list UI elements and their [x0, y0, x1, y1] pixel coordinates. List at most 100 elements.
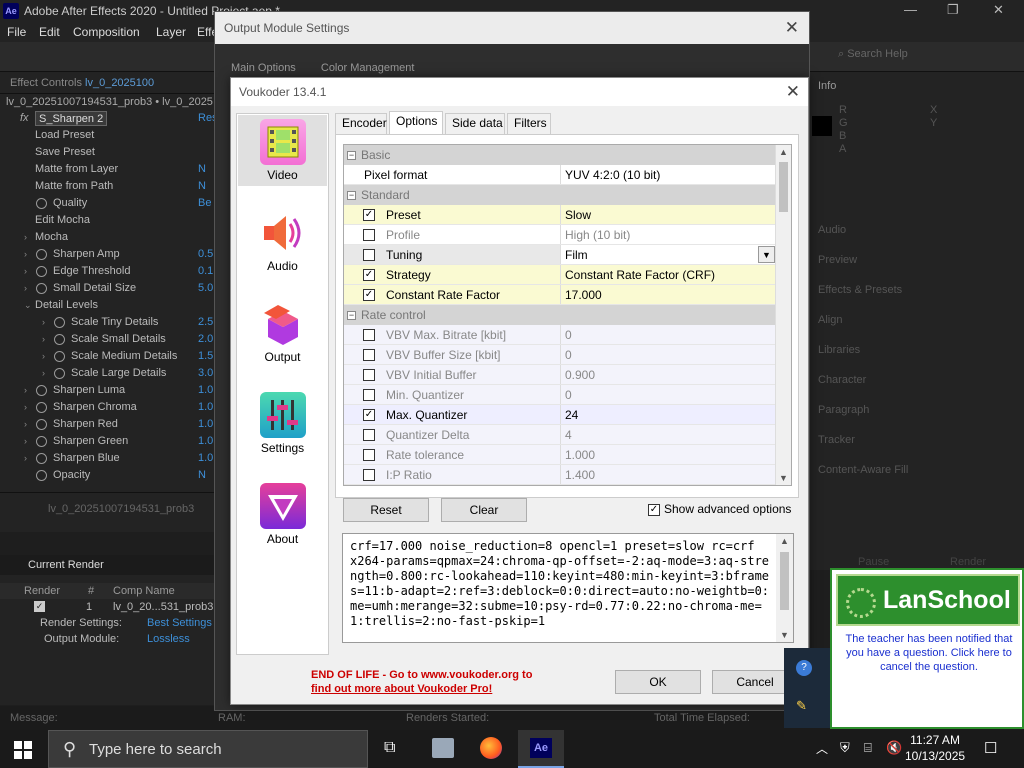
panel-align[interactable]: Align — [818, 314, 842, 326]
property-row[interactable]: ✓ Preset Slow — [344, 205, 776, 225]
effect-property-value[interactable]: 3.0 — [198, 365, 213, 382]
chevron-right-icon[interactable]: › — [24, 263, 27, 280]
menu-composition[interactable]: Composition — [73, 25, 140, 39]
panel-character[interactable]: Character — [818, 374, 866, 386]
property-checkbox[interactable] — [363, 229, 375, 241]
property-value[interactable]: 0 — [560, 325, 776, 344]
output-module-link[interactable]: Lossless — [147, 631, 190, 647]
panel-info[interactable]: Info — [818, 80, 836, 92]
property-value[interactable]: YUV 4:2:0 (10 bit) — [560, 165, 776, 184]
effect-property-row[interactable]: Edit Mocha — [0, 212, 214, 229]
property-value[interactable]: 0.900 — [560, 365, 776, 384]
property-row[interactable]: Quantizer Delta 4 — [344, 425, 776, 445]
effect-property-row[interactable]: Matte from Layer N — [0, 161, 214, 178]
tab-side-data[interactable]: Side data — [445, 113, 505, 134]
property-value[interactable]: 0 — [560, 345, 776, 364]
notifications-icon[interactable]: ☐ — [984, 739, 997, 757]
taskbar-search-box[interactable]: ⚲ Type here to search — [48, 730, 368, 768]
effect-property-value[interactable]: 1.0 — [198, 416, 213, 433]
command-line-scrollbar[interactable]: ▲ ▼ — [776, 534, 793, 642]
voukoder-close-icon[interactable]: ✕ — [786, 82, 800, 102]
property-checkbox[interactable]: ✓ — [363, 209, 375, 221]
effect-property-row[interactable]: › Scale Tiny Details 2.5 — [0, 314, 214, 331]
chevron-right-icon[interactable]: › — [24, 399, 27, 416]
tray-chevron-up-icon[interactable]: ︿ — [816, 740, 828, 757]
chevron-right-icon[interactable]: › — [42, 331, 45, 348]
scroll-up-icon[interactable]: ▲ — [779, 147, 788, 157]
property-value[interactable]: 17.000 — [560, 285, 776, 304]
property-value[interactable]: 1.000 — [560, 445, 776, 464]
tab-encoder[interactable]: Encoder — [335, 113, 387, 134]
panel-effects-presets[interactable]: Effects & Presets — [818, 284, 902, 296]
section-basic[interactable]: − Basic — [344, 145, 776, 165]
property-checkbox[interactable]: ✓ — [363, 269, 375, 281]
effect-property-row[interactable]: Load Preset — [0, 127, 214, 144]
effect-property-value[interactable]: 2.5 — [198, 314, 213, 331]
effect-property-row[interactable]: Save Preset — [0, 144, 214, 161]
scroll-up-icon[interactable]: ▲ — [780, 536, 789, 546]
scroll-thumb[interactable] — [779, 162, 788, 212]
chevron-right-icon[interactable]: › — [24, 382, 27, 399]
effect-property-value[interactable]: 1.5 — [198, 348, 213, 365]
property-checkbox[interactable] — [363, 449, 375, 461]
render-settings-link[interactable]: Best Settings — [147, 615, 212, 631]
close-icon[interactable]: ✕ — [993, 2, 1004, 18]
effect-property-value[interactable]: 0.1 — [198, 263, 213, 280]
tab-filters[interactable]: Filters — [507, 113, 551, 134]
effect-property-value[interactable]: N — [198, 467, 206, 484]
property-checkbox[interactable] — [363, 349, 375, 361]
effect-property-row[interactable]: Opacity N — [0, 467, 214, 484]
end-of-life-link[interactable]: END OF LIFE - Go to www.voukoder.org to … — [311, 668, 541, 696]
property-row[interactable]: Min. Quantizer 0 — [344, 385, 776, 405]
effect-property-value[interactable]: 1.0 — [198, 450, 213, 467]
property-value[interactable]: 0 — [560, 385, 776, 404]
property-value[interactable]: 4 — [560, 425, 776, 444]
ok-button[interactable]: OK — [615, 670, 701, 694]
collapse-icon[interactable]: − — [347, 311, 356, 321]
volume-muted-icon[interactable]: 🔇 — [886, 740, 902, 756]
chevron-right-icon[interactable]: › — [42, 348, 45, 365]
minimize-icon[interactable]: — — [904, 2, 917, 17]
lanschool-message[interactable]: The teacher has been notified that you h… — [840, 632, 1018, 674]
menu-edit[interactable]: Edit — [39, 25, 60, 39]
property-row[interactable]: Tuning Film ▼ — [344, 245, 776, 265]
property-value[interactable]: 24 — [560, 405, 776, 424]
property-value[interactable]: High (10 bit) — [560, 225, 776, 244]
collapse-icon[interactable]: − — [347, 191, 356, 201]
effect-property-row[interactable]: › Scale Small Details 2.0 — [0, 331, 214, 348]
advanced-options-checkbox[interactable]: ✓ — [648, 503, 660, 516]
property-checkbox[interactable] — [363, 389, 375, 401]
menu-file[interactable]: File — [7, 25, 26, 39]
sidebar-item-audio[interactable]: Audio — [238, 206, 327, 277]
pause-button[interactable]: Pause — [858, 556, 889, 568]
sidebar-item-video[interactable]: Video — [238, 115, 327, 186]
tab-main-options[interactable]: Main Options — [231, 62, 296, 74]
property-checkbox[interactable]: ✓ — [363, 289, 375, 301]
effect-property-row[interactable]: › Small Detail Size 5.0 — [0, 280, 214, 297]
render-checkbox[interactable]: ✓ — [34, 601, 45, 612]
property-row[interactable]: ✓ Max. Quantizer 24 — [344, 405, 776, 425]
tab-color-management[interactable]: Color Management — [321, 62, 415, 74]
search-help-input[interactable]: ⌕ Search Help — [838, 48, 908, 61]
task-view-icon[interactable]: ⧉ — [370, 730, 416, 768]
chevron-down-icon[interactable]: ⌄ — [24, 297, 32, 314]
panel-preview[interactable]: Preview — [818, 254, 857, 266]
property-checkbox[interactable] — [363, 429, 375, 441]
chevron-right-icon[interactable]: › — [24, 450, 27, 467]
clear-button[interactable]: Clear — [441, 498, 527, 522]
property-row[interactable]: ✓ Constant Rate Factor 17.000 — [344, 285, 776, 305]
chevron-right-icon[interactable]: › — [24, 229, 27, 246]
output-module-close-icon[interactable]: ✕ — [785, 18, 799, 38]
tab-options[interactable]: Options — [389, 111, 443, 135]
property-row[interactable]: ✓ Strategy Constant Rate Factor (CRF) — [344, 265, 776, 285]
menu-layer[interactable]: Layer — [156, 25, 186, 39]
section-standard[interactable]: − Standard — [344, 185, 776, 205]
property-row[interactable]: Rate tolerance 1.000 — [344, 445, 776, 465]
network-icon[interactable]: ⌸ — [864, 740, 872, 756]
effect-property-row[interactable]: › Sharpen Blue 1.0 — [0, 450, 214, 467]
property-value[interactable]: 1.400 — [560, 465, 776, 484]
property-grid-scrollbar[interactable]: ▲ ▼ — [775, 145, 791, 485]
effect-property-row[interactable]: › Edge Threshold 0.1 — [0, 263, 214, 280]
effect-property-row[interactable]: › Sharpen Red 1.0 — [0, 416, 214, 433]
panel-libraries[interactable]: Libraries — [818, 344, 860, 356]
